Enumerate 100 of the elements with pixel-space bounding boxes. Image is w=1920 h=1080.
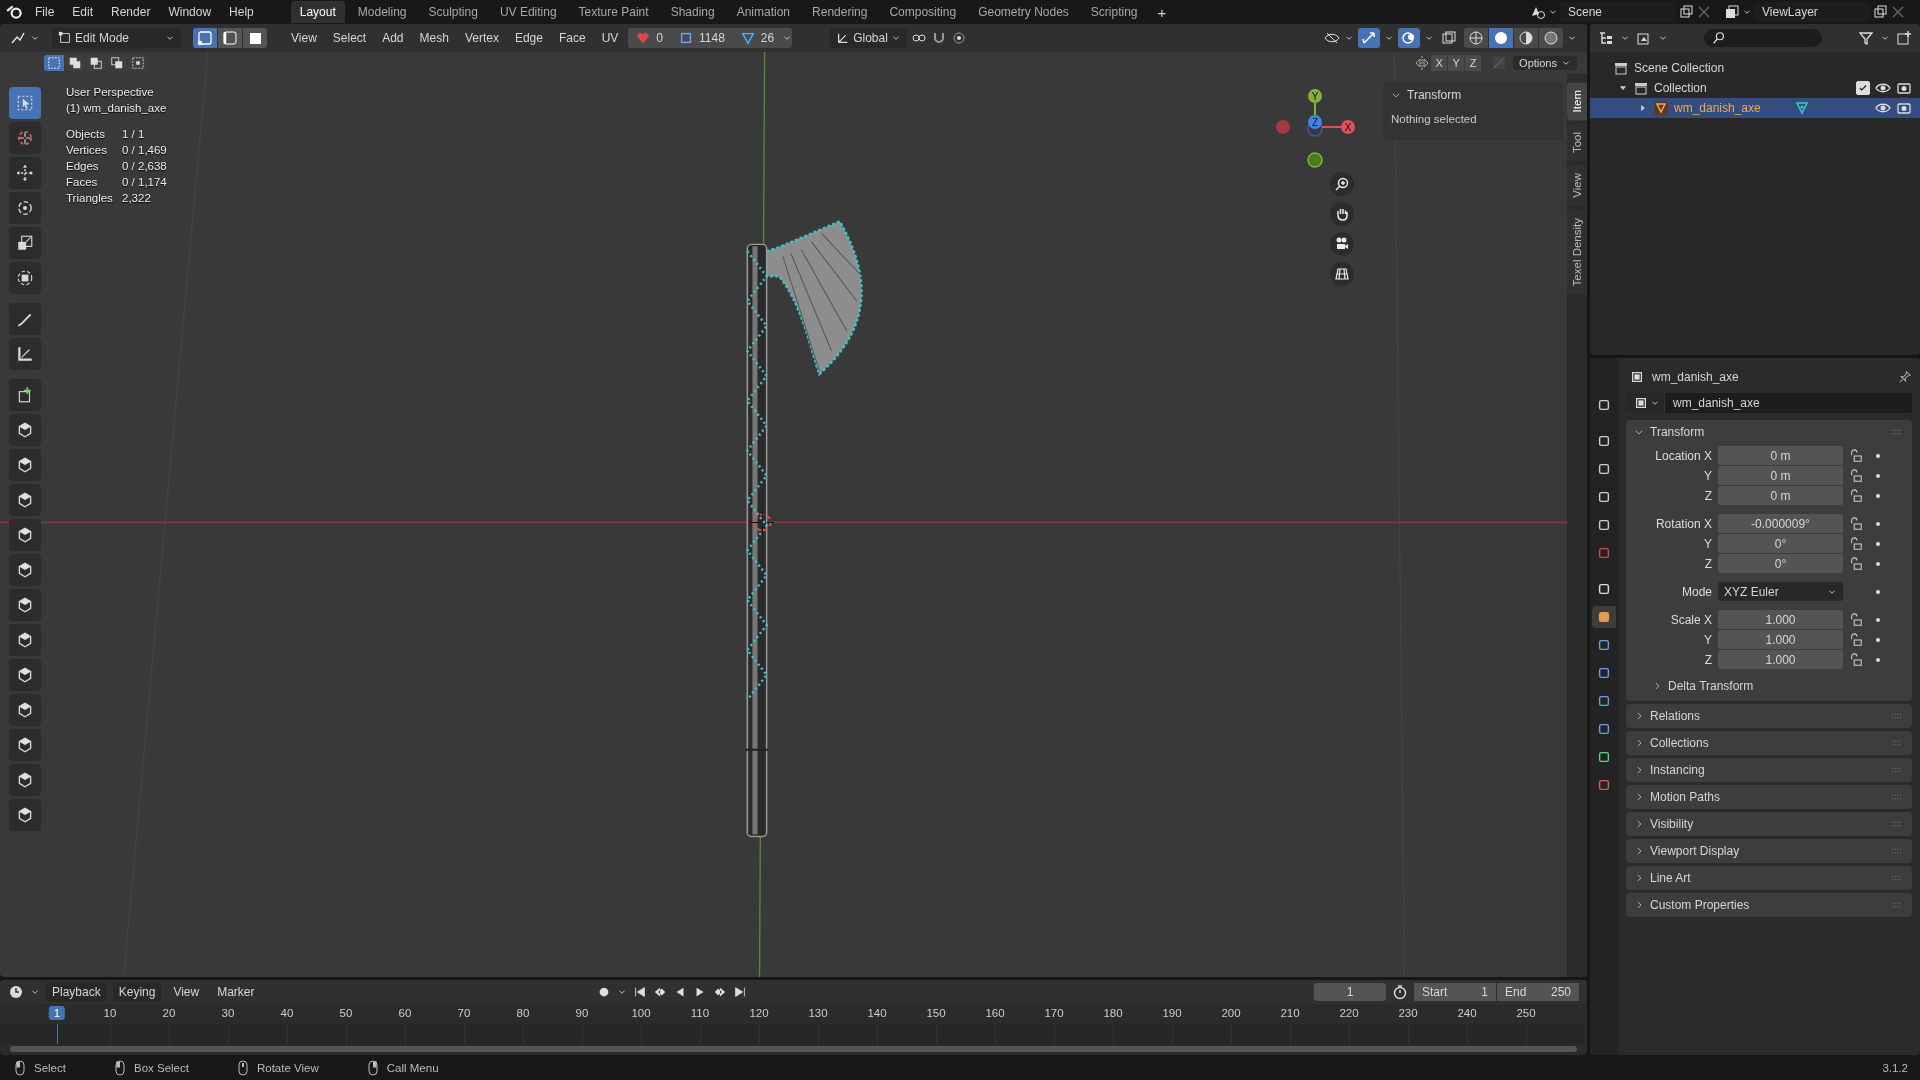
workspace-tab[interactable]: Animation <box>727 1 800 23</box>
keyframe-dot[interactable] <box>1876 657 1880 662</box>
header-menu[interactable]: Select <box>326 28 373 48</box>
cursor-tool-button[interactable] <box>9 122 41 154</box>
object-properties-tab[interactable] <box>1592 606 1616 628</box>
shrink-tool-button[interactable] <box>9 729 41 761</box>
collapsed-panel[interactable]: Motion Paths <box>1626 785 1912 809</box>
material-shading-button[interactable] <box>1514 28 1538 48</box>
workspace-tab[interactable]: UV Editing <box>490 1 566 23</box>
timeline-menu[interactable]: View <box>167 982 206 1002</box>
panel-title[interactable]: Instancing <box>1650 763 1705 777</box>
outliner-row[interactable]: Scene Collection <box>1590 58 1920 78</box>
x-axis-handle[interactable]: X <box>1321 120 1355 134</box>
smooth-tool-button[interactable] <box>9 659 41 691</box>
value-field[interactable]: 1.000 <box>1718 630 1843 649</box>
menu-item[interactable]: Help <box>222 2 261 22</box>
menu-item[interactable]: Edit <box>65 2 101 22</box>
value-field[interactable]: 1.000 <box>1718 610 1843 629</box>
timeline-menu[interactable]: Keying <box>112 982 162 1002</box>
panel-title[interactable]: Line Art <box>1650 871 1691 885</box>
rotate-tool-button[interactable] <box>9 192 41 224</box>
panel-title[interactable]: Transform <box>1407 88 1462 102</box>
keyframe-dot[interactable] <box>1876 521 1880 526</box>
expanded-chevron-icon[interactable] <box>1634 427 1644 437</box>
measure-tool-button[interactable] <box>9 338 41 370</box>
scale-tool-button[interactable] <box>9 227 41 259</box>
subpanel-title[interactable]: Delta Transform <box>1668 679 1754 693</box>
invert-selection-button[interactable] <box>107 55 127 71</box>
end-frame-field[interactable]: End 250 <box>1497 983 1579 1001</box>
workspace-tab[interactable]: Texture Paint <box>569 1 658 23</box>
keyframe-dot[interactable] <box>1876 453 1880 458</box>
panel-title[interactable]: Motion Paths <box>1650 790 1721 804</box>
collapsed-panel[interactable]: Instancing <box>1626 758 1912 782</box>
value-field[interactable]: 0 m <box>1718 446 1843 465</box>
menu-item[interactable]: Window <box>161 2 219 22</box>
start-frame-field[interactable]: Start 1 <box>1414 983 1496 1001</box>
rendered-shading-button[interactable] <box>1539 28 1563 48</box>
keyframe-dot[interactable] <box>1876 493 1880 498</box>
value-field[interactable]: 0° <box>1718 534 1843 553</box>
add-cube-tool-button[interactable] <box>9 379 41 411</box>
panel-title[interactable]: Custom Properties <box>1650 898 1750 912</box>
workspace-tab[interactable]: Modeling <box>348 1 416 23</box>
timeline-menu[interactable]: Marker <box>211 982 261 1002</box>
shear-tool-button[interactable] <box>9 764 41 796</box>
exclude-checkbox[interactable] <box>1856 81 1870 95</box>
rotation-mode-dropdown[interactable]: XYZ Euler <box>1718 582 1843 601</box>
outliner-row[interactable]: Collection <box>1590 78 1920 98</box>
subtract-selection-button[interactable] <box>86 55 106 71</box>
sidebar-tab[interactable]: View <box>1567 165 1587 207</box>
collapsed-panel[interactable]: Visibility <box>1626 812 1912 836</box>
move-tool-button[interactable] <box>9 157 41 189</box>
collapsed-panel[interactable]: Relations <box>1626 704 1912 728</box>
bevel-tool-button[interactable] <box>9 484 41 516</box>
overlays-toggle[interactable] <box>1398 28 1420 48</box>
panel-title[interactable]: Collections <box>1650 736 1709 750</box>
header-menu[interactable]: UV <box>595 28 625 48</box>
collapsed-panel[interactable]: Viewport Display <box>1626 839 1912 863</box>
keyframe-dot[interactable] <box>1876 541 1880 546</box>
workspace-tab[interactable]: Rendering <box>803 1 877 23</box>
menu-item[interactable]: File <box>28 2 62 22</box>
header-menu[interactable]: Add <box>376 28 410 48</box>
add-workspace-button[interactable]: + <box>1150 0 1174 24</box>
edge-select-button[interactable] <box>218 28 243 48</box>
set-selection-button[interactable] <box>44 55 64 71</box>
value-field[interactable]: 0 m <box>1718 466 1843 485</box>
header-menu[interactable]: Vertex <box>458 28 505 48</box>
workspace-tab[interactable]: Shading <box>661 1 724 23</box>
header-menu[interactable]: Mesh <box>413 28 455 48</box>
current-frame-field[interactable]: 1 <box>1314 983 1386 1001</box>
zoom-button[interactable] <box>1330 172 1354 196</box>
panel-title[interactable]: Visibility <box>1650 817 1694 831</box>
collapsed-panel[interactable]: Line Art <box>1626 866 1912 890</box>
extrude-tool-button[interactable] <box>9 414 41 446</box>
workspace-tab[interactable]: Layout <box>290 1 345 23</box>
camera-view-button[interactable] <box>1330 232 1354 256</box>
edge-slide-tool-button[interactable] <box>9 694 41 726</box>
timeline-menu[interactable]: Playback <box>46 982 107 1002</box>
menu-item[interactable]: Render <box>104 2 158 22</box>
timeline-track[interactable] <box>0 1024 1587 1044</box>
extend-selection-button[interactable] <box>65 55 85 71</box>
options-dropdown[interactable]: Options <box>1513 56 1577 70</box>
loop-cut-tool-button[interactable] <box>9 519 41 551</box>
value-field[interactable]: 0 m <box>1718 486 1843 505</box>
value-field[interactable]: 0° <box>1718 554 1843 573</box>
sidebar-tab[interactable]: Texel Density <box>1567 210 1587 295</box>
workspace-tab[interactable]: Sculpting <box>419 1 487 23</box>
mirror-axis-toggle[interactable]: X <box>1431 55 1448 71</box>
negative-x-axis-handle[interactable] <box>1276 120 1290 134</box>
header-menu[interactable]: Edge <box>508 28 549 48</box>
transform-tool-button[interactable] <box>9 262 41 294</box>
workspace-tab[interactable]: Compositing <box>880 1 966 23</box>
mirror-axis-toggle[interactable]: Z <box>1465 55 1482 71</box>
panel-title[interactable]: Relations <box>1650 709 1701 723</box>
keyframe-dot[interactable] <box>1876 637 1880 642</box>
keyframe-dot[interactable] <box>1876 617 1880 622</box>
sidebar-tab[interactable]: Tool <box>1567 124 1587 162</box>
search-field[interactable] <box>1704 29 1822 47</box>
rip-tool-button[interactable] <box>9 799 41 831</box>
playhead[interactable]: 1 <box>48 1006 66 1020</box>
keyframe-dot[interactable] <box>1876 589 1880 594</box>
